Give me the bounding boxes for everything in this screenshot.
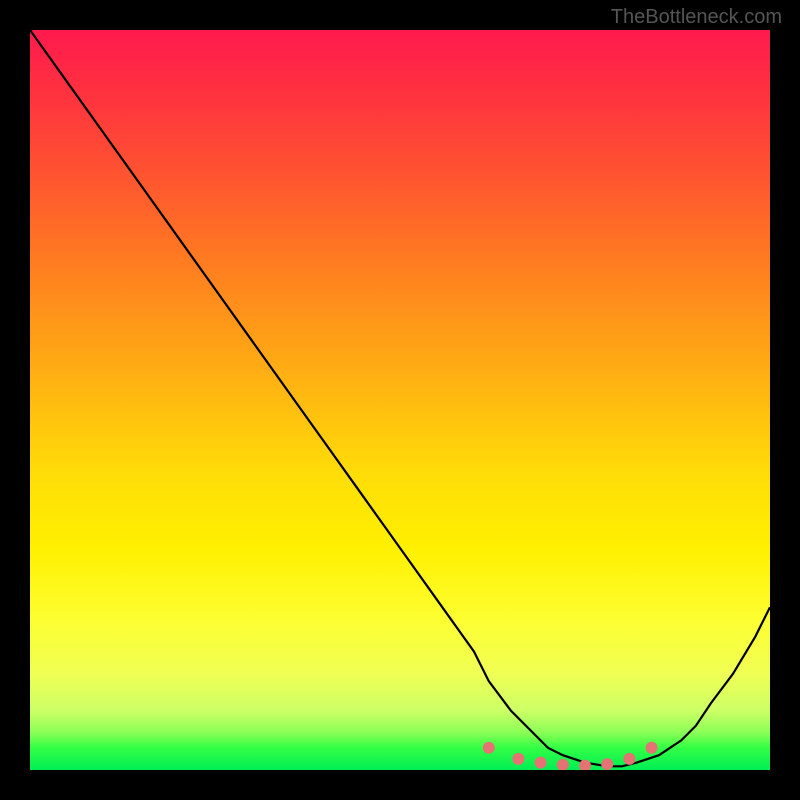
highlight-dot (557, 759, 569, 770)
highlight-dot (623, 753, 635, 765)
highlight-dot (512, 753, 524, 765)
curve-group (30, 30, 770, 766)
highlight-dot (483, 742, 495, 754)
bottleneck-curve-line (30, 30, 770, 766)
highlight-dot (601, 758, 613, 770)
highlight-dot (535, 757, 547, 769)
highlight-markers (483, 742, 658, 770)
chart-curve-svg (30, 30, 770, 770)
watermark-text: TheBottleneck.com (611, 6, 782, 29)
highlight-dot (646, 742, 658, 754)
